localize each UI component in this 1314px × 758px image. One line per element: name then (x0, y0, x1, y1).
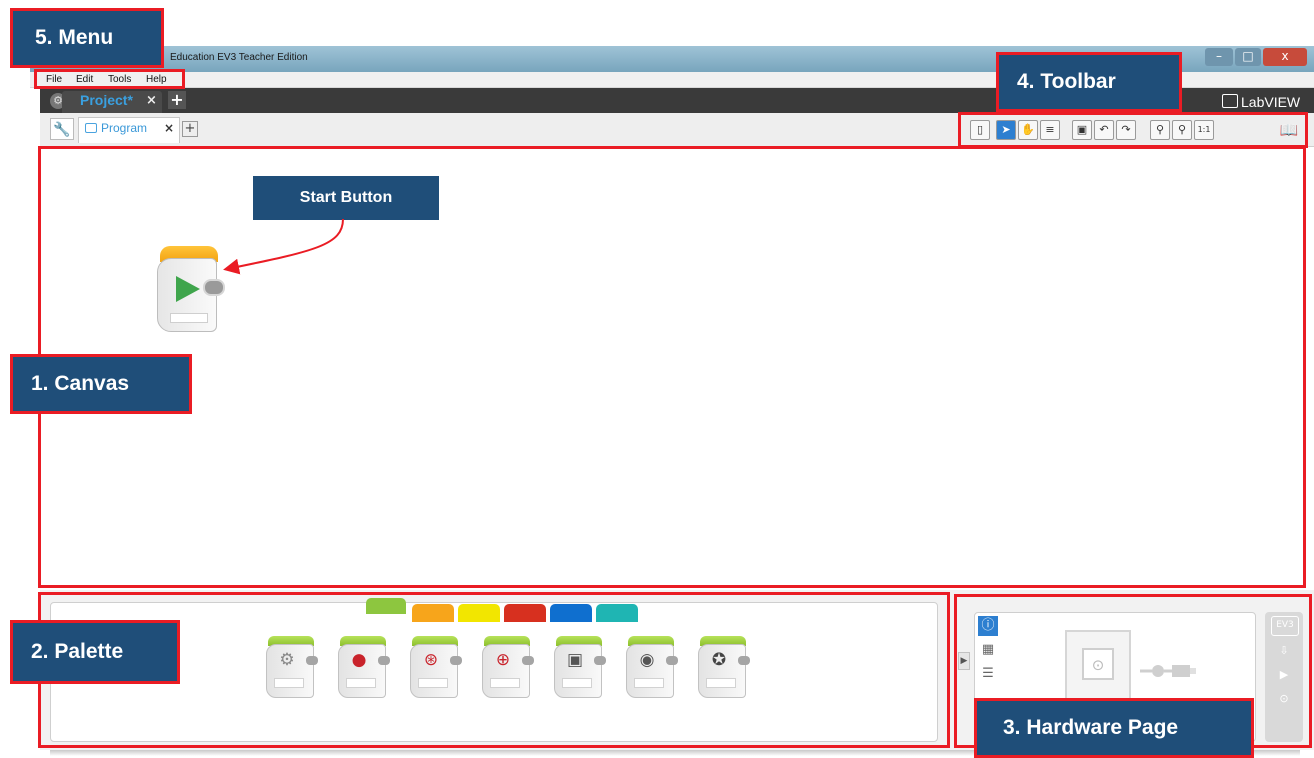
project-tab-label: Project* (80, 92, 133, 108)
hardware-page-annotation-label: 3. Hardware Page (974, 698, 1254, 758)
maximize-button[interactable]: □ (1235, 48, 1261, 66)
canvas-highlight-box (38, 146, 1306, 588)
program-icon (85, 123, 97, 133)
add-program-button[interactable]: + (182, 121, 198, 137)
window-controls: – □ x (1205, 48, 1310, 68)
start-button-pointer-arrow (223, 218, 344, 275)
wrench-icon[interactable]: 🔧 (50, 118, 74, 140)
labview-logo-icon (1222, 94, 1238, 108)
program-tab-close-icon[interactable]: × (164, 121, 174, 135)
program-tab-label: Program (101, 121, 148, 135)
menu-highlight-box (34, 69, 185, 89)
menu-annotation-label: 5. Menu (10, 8, 164, 68)
labview-logo-text: LabVIEW (1241, 94, 1301, 110)
canvas-annotation-label: 1. Canvas (10, 354, 192, 414)
window-title: Education EV3 Teacher Edition (170, 52, 308, 63)
close-button[interactable]: x (1263, 48, 1307, 66)
minimize-button[interactable]: – (1205, 48, 1233, 66)
start-button-annotation-label: Start Button (253, 176, 439, 220)
palette-annotation-label: 2. Palette (10, 620, 180, 684)
toolbar-annotation-label: 4. Toolbar (996, 52, 1182, 112)
toolbar-highlight-box (958, 112, 1308, 148)
project-tab-close-icon[interactable]: × (146, 93, 157, 108)
labview-logo: LabVIEW (1222, 94, 1300, 110)
add-project-button[interactable]: + (168, 91, 186, 109)
